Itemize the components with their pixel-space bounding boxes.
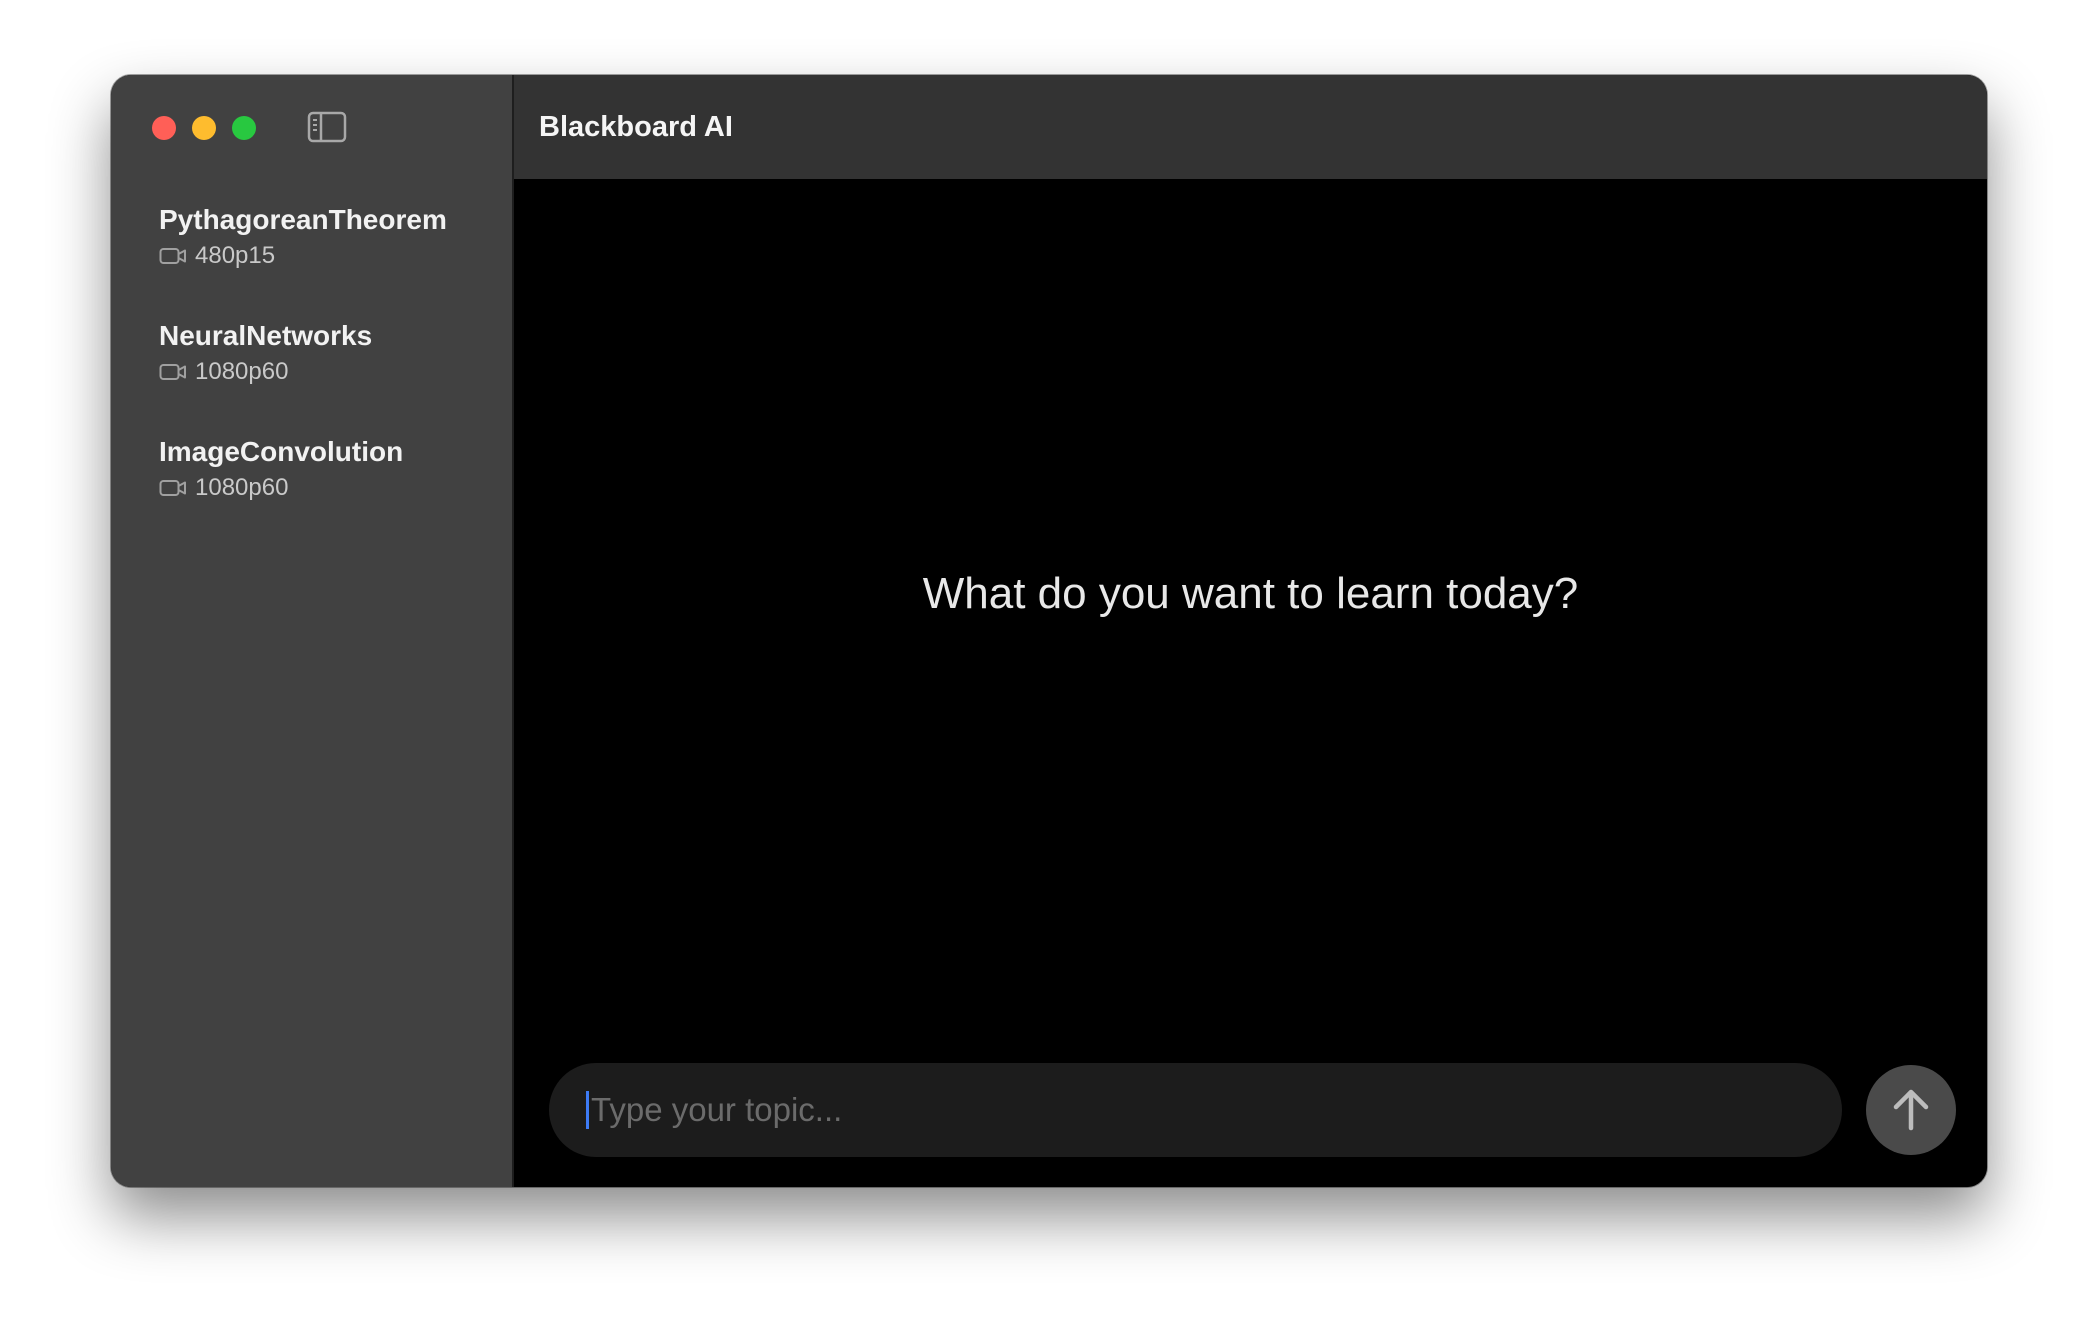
page-title: Blackboard AI: [539, 110, 733, 143]
sidebar-item-meta: 1080p60: [159, 473, 502, 503]
sidebar-toggle-icon[interactable]: [307, 111, 347, 143]
arrow-up-icon: [1893, 1089, 1929, 1131]
text-caret: [586, 1091, 589, 1129]
topic-input[interactable]: [591, 1091, 1842, 1129]
sidebar-item-quality: 1080p60: [195, 358, 289, 385]
minimize-window-button[interactable]: [192, 116, 216, 140]
conversation-list: PythagoreanTheorem 480p15 NeuralNetworks: [159, 203, 502, 551]
sidebar: PythagoreanTheorem 480p15 NeuralNetworks: [111, 75, 514, 1187]
sidebar-item-quality: 480p15: [195, 242, 276, 269]
zoom-window-button[interactable]: [232, 116, 256, 140]
send-button[interactable]: [1866, 1065, 1956, 1155]
welcome-prompt: What do you want to learn today?: [922, 569, 1579, 618]
video-camera-icon: [159, 248, 186, 264]
window-controls: [152, 116, 256, 140]
header: Blackboard AI: [514, 75, 1987, 179]
chat-content: What do you want to learn today?: [514, 179, 1987, 1187]
sidebar-item-pythagorean-theorem[interactable]: PythagoreanTheorem 480p15: [159, 203, 502, 319]
app-window: PythagoreanTheorem 480p15 NeuralNetworks: [111, 75, 1987, 1187]
sidebar-item-quality: 1080p60: [195, 474, 289, 501]
topic-input-container[interactable]: [549, 1063, 1842, 1157]
video-camera-icon: [159, 364, 186, 380]
sidebar-item-meta: 1080p60: [159, 357, 502, 387]
sidebar-item-title: PythagoreanTheorem: [159, 204, 447, 235]
sidebar-item-meta: 480p15: [159, 241, 502, 271]
sidebar-item-neural-networks[interactable]: NeuralNetworks 1080p60: [159, 319, 502, 435]
close-window-button[interactable]: [152, 116, 176, 140]
sidebar-item-image-convolution[interactable]: ImageConvolution 1080p60: [159, 435, 502, 551]
composer: [549, 1063, 1956, 1157]
sidebar-item-title: ImageConvolution: [159, 436, 404, 467]
sidebar-item-title: NeuralNetworks: [159, 320, 373, 351]
main-panel: Blackboard AI What do you want to learn …: [514, 75, 1987, 1187]
video-camera-icon: [159, 480, 186, 496]
